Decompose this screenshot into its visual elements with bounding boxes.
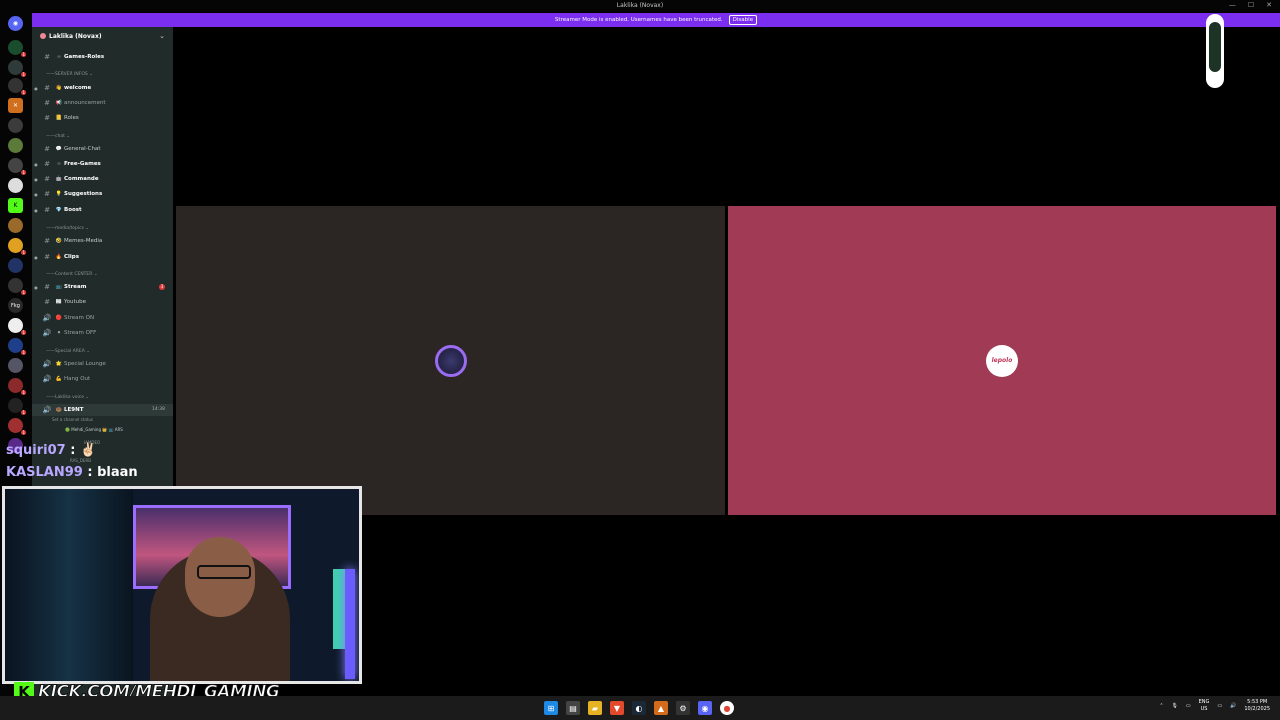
steam-icon[interactable]: ◐ [632, 701, 646, 715]
app-icon[interactable]: ▲ [654, 701, 668, 715]
server-icon[interactable]: 1 [8, 158, 26, 175]
unread-badge: 3 [159, 284, 165, 290]
channel-stream-off[interactable]: 🔊 ⚫ Stream OFF [32, 327, 173, 339]
server-icon[interactable] [8, 138, 23, 153]
banner-message: Streamer Mode is enabled. Usernames have… [554, 17, 723, 23]
category-content-center[interactable]: ——Content CENTER ⌄ [46, 272, 98, 277]
discord-home-icon[interactable]: ◉ [8, 16, 23, 31]
close-button[interactable]: ✕ [1266, 1, 1272, 9]
channel-special-lounge[interactable]: 🔊 🌟 Special Lounge [32, 358, 173, 370]
server-name[interactable]: Laklika (Novax) [40, 33, 102, 40]
server-icon[interactable] [8, 218, 23, 233]
voice-timer: 14:38 [152, 407, 165, 412]
server-icon[interactable]: 1 [8, 418, 26, 435]
window-title: Laklika (Novax) [616, 2, 664, 9]
channel-stream-on[interactable]: 🔊 🔴 Stream ON [32, 312, 173, 324]
volume-icon[interactable]: 🔊 [1230, 703, 1236, 709]
brave-icon[interactable]: ▼ [610, 701, 624, 715]
server-icon[interactable]: 1 [8, 318, 26, 335]
server-icon[interactable]: 1 [8, 238, 26, 255]
discord-icon[interactable]: ◉ [698, 701, 712, 715]
settings-icon[interactable]: ⚙ [676, 701, 690, 715]
taskbar: ⊞ ▤ ▰ ▼ ◐ ▲ ⚙ ◉ ● ⌃ 🎙 ▭ ENG US ▭ 🔊 5:53 P… [0, 696, 1280, 720]
category-special-area[interactable]: ——Special AREA ⌄ [46, 349, 90, 354]
disable-streamer-mode-button[interactable]: Disable [728, 15, 758, 25]
server-icon[interactable] [8, 358, 23, 373]
server-icon[interactable] [8, 178, 23, 193]
channel-youtube[interactable]: # 📰 Youtube [32, 296, 173, 308]
server-icon[interactable]: 1 [8, 378, 26, 395]
streamer-mode-banner: Streamer Mode is enabled. Usernames have… [32, 13, 1280, 27]
window-titlebar: Laklika (Novax) — ☐ ✕ [0, 0, 1280, 12]
channel-stream[interactable]: ● # 📺 Stream [32, 281, 173, 293]
chevron-up-icon[interactable]: ⌃ [1159, 703, 1163, 709]
folder-icon[interactable]: ▰ [588, 701, 602, 715]
channel-commande[interactable]: ● # 🤖 Commande [32, 173, 173, 185]
kick-server-icon[interactable]: K [8, 198, 23, 213]
server-icon[interactable] [8, 118, 23, 133]
channel-memes-media[interactable]: # 🤣 Memes-Media [32, 235, 173, 247]
channel-announcement[interactable]: # 📢 announcement [32, 97, 173, 109]
server-icon[interactable]: 1 [8, 278, 26, 295]
channel-suggestions[interactable]: ● # 💡 Suggestions [32, 188, 173, 200]
call-tile-right[interactable]: lepolo [728, 206, 1276, 515]
server-icon[interactable]: 1 [8, 60, 26, 77]
server-icon[interactable]: 1 [8, 40, 26, 57]
channel-general-chat[interactable]: # 💬 General-Chat [32, 143, 173, 155]
minimize-button[interactable]: — [1229, 1, 1236, 9]
file-explorer-icon[interactable]: ▤ [566, 701, 580, 715]
chrome-icon[interactable]: ● [720, 701, 734, 715]
channel-status-hint[interactable]: Set a channel status [52, 417, 93, 422]
clock[interactable]: 5:53 PM 10/2/2025 [1244, 699, 1270, 713]
maximize-button[interactable]: ☐ [1248, 1, 1254, 9]
webcam-overlay [2, 486, 362, 684]
overlay-chat-line: KASLAN99 : blaan [6, 465, 138, 480]
voice-user[interactable]: RAS_DERB [70, 458, 91, 463]
server-icon[interactable]: ✕ [8, 98, 23, 113]
chevron-down-icon[interactable]: ⌄ [159, 32, 165, 40]
category-media-topics[interactable]: ——media/topics ⌄ [46, 226, 89, 231]
mic-icon[interactable]: 🎙 [1172, 703, 1178, 709]
channel-clips[interactable]: ● # 🔥 Clips [32, 251, 173, 263]
channel-hang-out[interactable]: 🔊 💪 Hang Out [32, 373, 173, 385]
server-icon[interactable] [8, 258, 23, 273]
channel-free-games[interactable]: ● # ∞ Free-Games [32, 158, 173, 170]
avatar[interactable] [434, 344, 467, 377]
category-server-infos[interactable]: ——SERVER INFOS ⌄ [46, 72, 93, 77]
category-chat[interactable]: ——chat ⌄ [46, 134, 70, 139]
channel-boost[interactable]: ● # 💎 Boost [32, 204, 173, 216]
channel-welcome[interactable]: ● # 👋 welcome [32, 82, 173, 94]
server-icon[interactable]: Fkg [8, 298, 23, 313]
windows-start-icon[interactable]: ⊞ [544, 701, 558, 715]
call-tile-left[interactable] [176, 206, 725, 515]
channel-games-roles[interactable]: # ∞ Games-Roles [32, 51, 173, 63]
overlay-chat-line: squiri07 : ✌🏻 [6, 443, 97, 458]
channel-roles[interactable]: # 📒 Roles [32, 112, 173, 124]
participant-avatar[interactable] [1206, 14, 1224, 88]
category-laklika-voice[interactable]: ——Laklika voice ⌄ [46, 395, 89, 400]
display-icon[interactable]: ▭ [1186, 703, 1191, 709]
server-icon[interactable]: 1 [8, 338, 26, 355]
network-icon[interactable]: ▭ [1217, 703, 1222, 709]
avatar[interactable]: lepolo [986, 344, 1018, 377]
language-indicator[interactable]: ENG US [1199, 699, 1210, 713]
voice-user[interactable]: 🟢 Mehdi_Gaming 👑 📺 ARS [65, 427, 123, 432]
server-icon[interactable]: 1 [8, 78, 26, 95]
server-icon[interactable]: 1 [8, 398, 26, 415]
